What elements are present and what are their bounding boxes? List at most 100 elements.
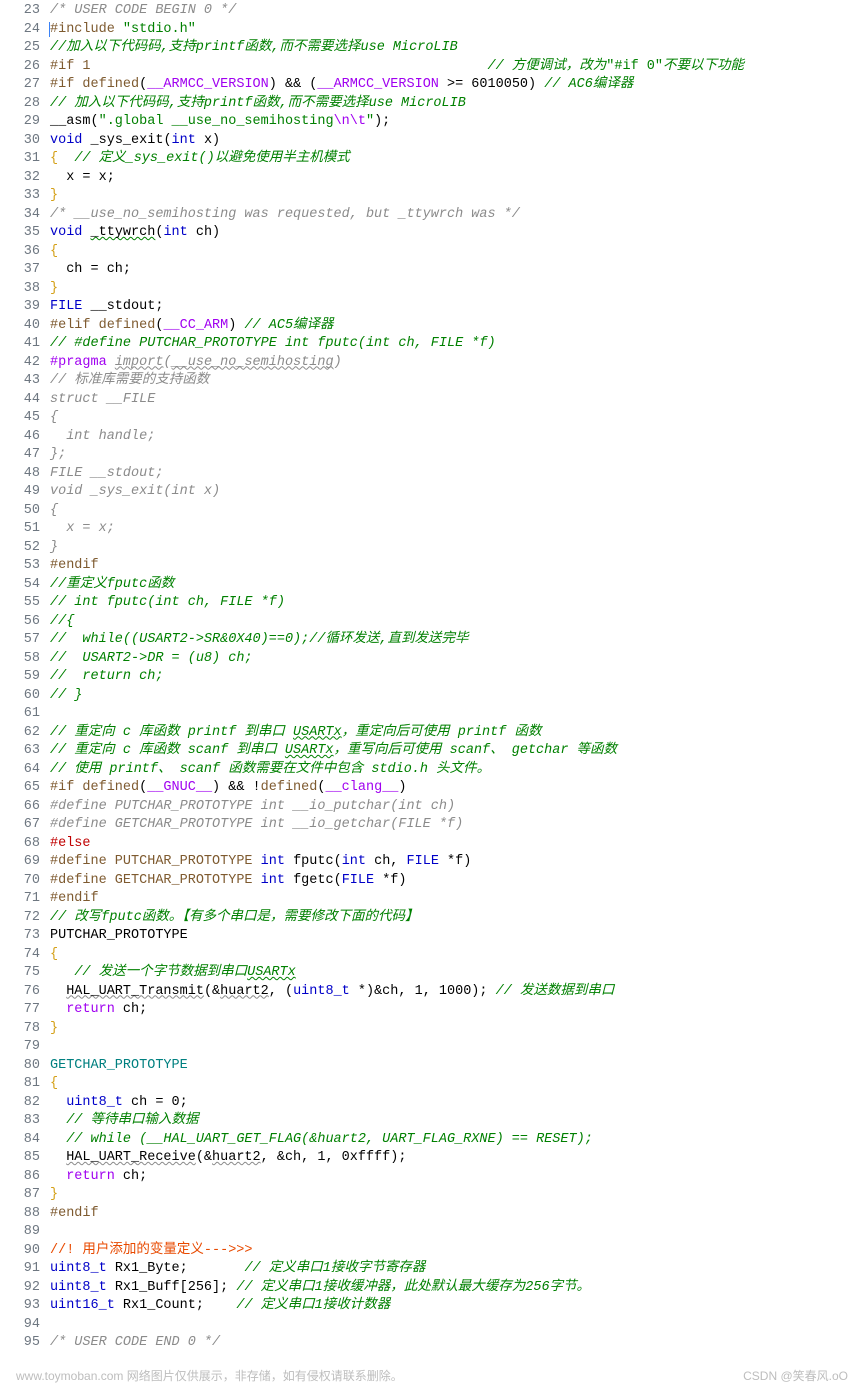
code-line[interactable]: // while (__HAL_UART_GET_FLAG(&huart2, U…	[50, 1131, 864, 1150]
code-line[interactable]: // 重定向 c 库函数 scanf 到串口 USARTx，重写向后可使用 sc…	[50, 742, 864, 761]
code-line[interactable]: GETCHAR_PROTOTYPE	[50, 1057, 864, 1076]
token	[58, 151, 74, 166]
code-line[interactable]: x = x;	[50, 520, 864, 539]
code-editor[interactable]: 2324252627282930313233343536373839404142…	[0, 0, 864, 1353]
code-line[interactable]: HAL_UART_Transmit(&huart2, (uint8_t *)&c…	[50, 983, 864, 1002]
code-line[interactable]: HAL_UART_Receive(&huart2, &ch, 1, 0xffff…	[50, 1149, 864, 1168]
code-line[interactable]: // USART2->DR = (u8) ch;	[50, 650, 864, 669]
code-line[interactable]: uint8_t ch = 0;	[50, 1094, 864, 1113]
token: (	[334, 873, 342, 888]
code-line[interactable]: struct __FILE	[50, 391, 864, 410]
code-line[interactable]: //! 用户添加的变量定义--->>>	[50, 1242, 864, 1261]
code-line[interactable]: //重定义fputc函数	[50, 576, 864, 595]
code-line[interactable]: // 改写fputc函数。【有多个串口是，需要修改下面的代码】	[50, 909, 864, 928]
token: Rx1_Count;	[115, 1298, 237, 1313]
code-line[interactable]: // }	[50, 687, 864, 706]
code-line[interactable]: // 重定向 c 库函数 printf 到串口 USARTx，重定向后可使用 p…	[50, 724, 864, 743]
code-line[interactable]: // #define PUTCHAR_PROTOTYPE int fputc(i…	[50, 335, 864, 354]
token: __ARMCC_VERSION	[147, 77, 269, 92]
code-line[interactable]: }	[50, 280, 864, 299]
code-line[interactable]: void _sys_exit(int x)	[50, 132, 864, 151]
code-line[interactable]: // 等待串口输入数据	[50, 1112, 864, 1131]
code-line[interactable]: // int fputc(int ch, FILE *f)	[50, 594, 864, 613]
code-line[interactable]: #define GETCHAR_PROTOTYPE int __io_getch…	[50, 816, 864, 835]
footer-left: www.toymoban.com 网络图片仅供展示，非存储，如有侵权请联系删除。	[16, 1367, 403, 1386]
code-line[interactable]: // while((USART2->SR&0X40)==0);//循环发送,直到…	[50, 631, 864, 650]
token: 不要以下功能	[663, 59, 744, 74]
token: HAL_UART_Transmit	[66, 984, 204, 999]
code-line[interactable]: x = x;	[50, 169, 864, 188]
code-line[interactable]: }	[50, 1020, 864, 1039]
code-line[interactable]: ch = ch;	[50, 261, 864, 280]
code-line[interactable]: {	[50, 409, 864, 428]
token: #include	[50, 22, 123, 37]
code-line[interactable]: uint8_t Rx1_Byte; // 定义串口1接收字节寄存器	[50, 1260, 864, 1279]
code-line[interactable]: //加入以下代码码,支持printf函数,而不需要选择use MicroLIB	[50, 39, 864, 58]
code-line[interactable]: // 标准库需要的支持函数	[50, 372, 864, 391]
code-line[interactable]: #define GETCHAR_PROTOTYPE int fgetc(FILE…	[50, 872, 864, 891]
code-line[interactable]: { // 定义_sys_exit()以避免使用半主机模式	[50, 150, 864, 169]
token: struct __FILE	[50, 392, 155, 407]
token: //! 用户添加的变量定义--->>>	[50, 1243, 253, 1258]
code-line[interactable]: return ch;	[50, 1168, 864, 1187]
code-line[interactable]: /* USER CODE END 0 */	[50, 1334, 864, 1353]
code-line[interactable]: }	[50, 539, 864, 558]
code-line[interactable]: uint8_t Rx1_Buff[256]; // 定义串口1接收缓冲器，此处默…	[50, 1279, 864, 1298]
token: )	[334, 355, 342, 370]
code-line[interactable]: FILE __stdout;	[50, 298, 864, 317]
token: defined	[261, 780, 318, 795]
code-line[interactable]: void _sys_exit(int x)	[50, 483, 864, 502]
code-line[interactable]: // 加入以下代码码,支持printf函数,而不需要选择use MicroLIB	[50, 95, 864, 114]
code-line[interactable]: #endif	[50, 890, 864, 909]
token: };	[50, 447, 66, 462]
code-line[interactable]: FILE __stdout;	[50, 465, 864, 484]
token: ) && !	[212, 780, 261, 795]
line-number: 30	[0, 132, 40, 151]
code-line[interactable]: #include "stdio.h"	[50, 21, 864, 40]
code-line[interactable]: {	[50, 1075, 864, 1094]
code-line[interactable]: #define PUTCHAR_PROTOTYPE int fputc(int …	[50, 853, 864, 872]
code-line[interactable]: //{	[50, 613, 864, 632]
code-line[interactable]: #endif	[50, 557, 864, 576]
code-line[interactable]: {	[50, 243, 864, 262]
code-line[interactable]: #if defined(__GNUC__) && !defined(__clan…	[50, 779, 864, 798]
token: // 发送一个字节数据到串口	[74, 965, 247, 980]
code-line[interactable]: }	[50, 187, 864, 206]
code-line[interactable]: {	[50, 502, 864, 521]
code-line[interactable]: uint16_t Rx1_Count; // 定义串口1接收计数器	[50, 1297, 864, 1316]
code-line[interactable]	[50, 1316, 864, 1335]
line-number: 75	[0, 964, 40, 983]
code-line[interactable]: // 使用 printf、 scanf 函数需要在文件中包含 stdio.h 头…	[50, 761, 864, 780]
code-line[interactable]: };	[50, 446, 864, 465]
code-line[interactable]: #pragma import(__use_no_semihosting)	[50, 354, 864, 373]
code-line[interactable]: // 发送一个字节数据到串口USARTx	[50, 964, 864, 983]
token: uint16_t	[50, 1298, 115, 1313]
code-line[interactable]: PUTCHAR_PROTOTYPE	[50, 927, 864, 946]
token: "#if 0"	[606, 59, 663, 74]
token: (	[334, 854, 342, 869]
code-line[interactable]: #if defined(__ARMCC_VERSION) && (__ARMCC…	[50, 76, 864, 95]
code-line[interactable]	[50, 1223, 864, 1242]
code-line[interactable]: #else	[50, 835, 864, 854]
code-area[interactable]: /* USER CODE BEGIN 0 */#include "stdio.h…	[50, 2, 864, 1353]
code-line[interactable]: #if 1 // 方便调试，改为"#if 0"不要以下功能	[50, 58, 864, 77]
code-line[interactable]: /* __use_no_semihosting was requested, b…	[50, 206, 864, 225]
token: uint8_t	[66, 1095, 123, 1110]
code-line[interactable]: return ch;	[50, 1001, 864, 1020]
code-line[interactable]: int handle;	[50, 428, 864, 447]
token	[82, 133, 90, 148]
code-line[interactable]: // return ch;	[50, 668, 864, 687]
code-line[interactable]	[50, 705, 864, 724]
code-line[interactable]: #elif defined(__CC_ARM) // AC5编译器	[50, 317, 864, 336]
code-line[interactable]: }	[50, 1186, 864, 1205]
token	[82, 225, 90, 240]
code-line[interactable]: #endif	[50, 1205, 864, 1224]
code-line[interactable]: __asm(".global __use_no_semihosting\n\t"…	[50, 113, 864, 132]
code-line[interactable]: {	[50, 946, 864, 965]
code-line[interactable]: void _ttywrch(int ch)	[50, 224, 864, 243]
token: return	[66, 1169, 115, 1184]
code-line[interactable]: #define PUTCHAR_PROTOTYPE int __io_putch…	[50, 798, 864, 817]
code-line[interactable]	[50, 1038, 864, 1057]
token: // 使用 printf、 scanf 函数需要在文件中包含 stdio.h 头…	[50, 762, 490, 777]
code-line[interactable]: /* USER CODE BEGIN 0 */	[50, 2, 864, 21]
